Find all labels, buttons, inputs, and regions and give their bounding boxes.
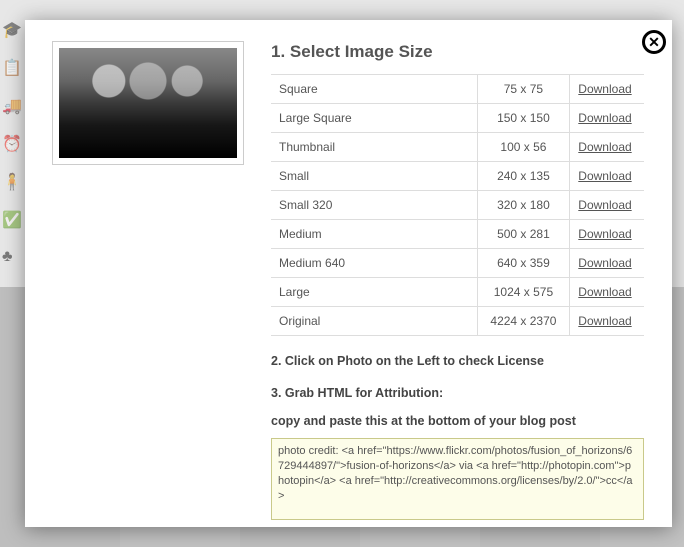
preview-photo[interactable] <box>53 42 243 164</box>
size-name-cell: Thumbnail <box>271 133 477 162</box>
table-row: Large1024 x 575 Download <box>271 278 644 307</box>
size-dimensions-cell: 1024 x 575 <box>477 278 570 307</box>
download-cell: Download <box>570 307 644 336</box>
content-column: 1. Select Image Size Square75 x 75 Downlo… <box>271 42 644 505</box>
close-button[interactable]: ✕ <box>642 30 666 54</box>
image-download-modal: 1. Select Image Size Square75 x 75 Downlo… <box>25 20 672 527</box>
size-dimensions-cell: 75 x 75 <box>477 75 570 104</box>
download-link[interactable]: Download <box>578 285 631 299</box>
download-link[interactable]: Download <box>578 140 631 154</box>
table-row: Square75 x 75 Download <box>271 75 644 104</box>
size-name-cell: Small <box>271 162 477 191</box>
download-cell: Download <box>570 220 644 249</box>
size-dimensions-cell: 320 x 180 <box>477 191 570 220</box>
download-cell: Download <box>570 278 644 307</box>
download-link[interactable]: Download <box>578 256 631 270</box>
size-name-cell: Large Square <box>271 104 477 133</box>
table-row: Small 320320 x 180 Download <box>271 191 644 220</box>
download-cell: Download <box>570 133 644 162</box>
step-3-subtext: copy and paste this at the bottom of you… <box>271 414 644 428</box>
download-cell: Download <box>570 162 644 191</box>
size-dimensions-cell: 240 x 135 <box>477 162 570 191</box>
size-dimensions-cell: 4224 x 2370 <box>477 307 570 336</box>
size-name-cell: Original <box>271 307 477 336</box>
size-name-cell: Medium <box>271 220 477 249</box>
table-row: Original4224 x 2370 Download <box>271 307 644 336</box>
download-cell: Download <box>570 75 644 104</box>
download-link[interactable]: Download <box>578 227 631 241</box>
table-row: Medium 640640 x 359 Download <box>271 249 644 278</box>
table-row: Medium500 x 281 Download <box>271 220 644 249</box>
step-3-text: 3. Grab HTML for Attribution: <box>271 386 644 400</box>
size-dimensions-cell: 150 x 150 <box>477 104 570 133</box>
download-link[interactable]: Download <box>578 82 631 96</box>
size-name-cell: Large <box>271 278 477 307</box>
download-link[interactable]: Download <box>578 314 631 328</box>
download-link[interactable]: Download <box>578 169 631 183</box>
download-cell: Download <box>570 104 644 133</box>
download-cell: Download <box>570 249 644 278</box>
table-row: Thumbnail100 x 56 Download <box>271 133 644 162</box>
size-table: Square75 x 75DownloadLarge Square150 x 1… <box>271 74 644 336</box>
size-name-cell: Medium 640 <box>271 249 477 278</box>
table-row: Small240 x 135 Download <box>271 162 644 191</box>
close-icon: ✕ <box>648 34 660 51</box>
thumbnail-column <box>53 42 243 505</box>
select-size-heading: 1. Select Image Size <box>271 42 644 62</box>
table-row: Large Square150 x 150 Download <box>271 104 644 133</box>
attribution-html-textarea[interactable] <box>271 438 644 520</box>
size-dimensions-cell: 500 x 281 <box>477 220 570 249</box>
step-2-text: 2. Click on Photo on the Left to check L… <box>271 354 644 368</box>
size-name-cell: Small 320 <box>271 191 477 220</box>
download-link[interactable]: Download <box>578 111 631 125</box>
size-dimensions-cell: 640 x 359 <box>477 249 570 278</box>
download-cell: Download <box>570 191 644 220</box>
background-sidebar-icons: 🎓📋🚚⏰🧍✅♣ <box>2 20 26 266</box>
download-link[interactable]: Download <box>578 198 631 212</box>
size-dimensions-cell: 100 x 56 <box>477 133 570 162</box>
size-name-cell: Square <box>271 75 477 104</box>
